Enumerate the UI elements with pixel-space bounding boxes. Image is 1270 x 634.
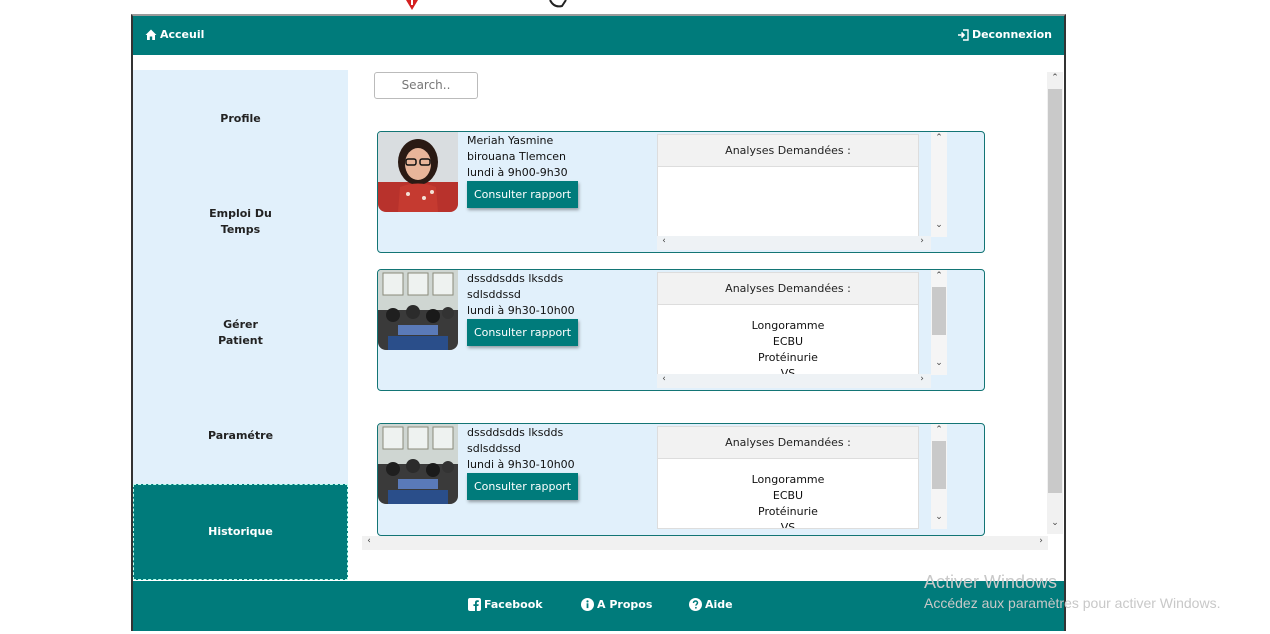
- sign-in-icon: [957, 28, 969, 41]
- scroll-right-icon[interactable]: ›: [1034, 536, 1048, 546]
- help-link[interactable]: Aide: [689, 598, 733, 611]
- scroll-right-icon[interactable]: ›: [915, 374, 929, 384]
- patient-info: dssddsdds lksdds sdlsddssd lundi à 9h30-…: [467, 271, 575, 319]
- analyses-horizontal-scrollbar[interactable]: ‹ ›: [657, 374, 931, 388]
- patient-card: dssddsdds lksdds sdlsddssd lundi à 9h30-…: [377, 423, 985, 536]
- analysis-item: Protéinurie: [758, 351, 818, 364]
- home-icon: [145, 29, 157, 40]
- facebook-icon: [468, 598, 481, 611]
- analyses-title: Analyses Demandées :: [658, 135, 918, 167]
- patient-name: dssddsdds lksdds: [467, 426, 564, 439]
- consult-report-button[interactable]: Consulter rapport: [467, 181, 578, 208]
- analyses-vertical-scrollbar[interactable]: ⌃ ⌄: [931, 424, 947, 529]
- analyses-vertical-scrollbar[interactable]: ⌃ ⌄: [931, 132, 947, 237]
- analyses-list: Longoramme ECBU Protéinurie VS: [658, 459, 918, 529]
- home-link[interactable]: Acceuil: [145, 28, 204, 41]
- scroll-left-icon[interactable]: ‹: [657, 374, 671, 384]
- facebook-label: Facebook: [484, 598, 543, 611]
- analyses-list: Longoramme ECBU Protéinurie VS: [658, 305, 918, 374]
- patient-photo: [378, 424, 458, 504]
- analysis-item: ECBU: [772, 335, 804, 348]
- patient-info: Meriah Yasmine birouana Tlemcen lundi à …: [467, 133, 568, 181]
- sidebar-item-schedule[interactable]: Emploi Du Temps: [133, 206, 348, 238]
- patient-name: dssddsdds lksdds: [467, 272, 564, 285]
- scroll-up-icon[interactable]: ⌃: [932, 271, 946, 281]
- scroll-down-icon[interactable]: ⌄: [932, 512, 946, 522]
- analyses-box: Analyses Demandées : Longoramme ECBU Pro…: [657, 426, 919, 529]
- logout-label: Deconnexion: [971, 28, 1052, 41]
- patient-name: Meriah Yasmine: [467, 134, 554, 147]
- help-label: Aide: [705, 598, 733, 611]
- analyses-panel: Analyses Demandées : ⌃ ⌄ ‹ ›: [657, 132, 947, 252]
- watermark-title: Activer Windows: [924, 572, 1058, 592]
- analyses-title: Analyses Demandées :: [658, 427, 918, 459]
- patient-photo: [378, 132, 458, 212]
- patient-location: sdlsddssd: [467, 288, 521, 301]
- sidebar-item-history[interactable]: Historique: [133, 484, 348, 580]
- scroll-left-icon[interactable]: ‹: [362, 536, 376, 546]
- patient-card: Meriah Yasmine birouana Tlemcen lundi à …: [377, 131, 985, 253]
- sidebar-item-profile[interactable]: Profile: [133, 111, 348, 127]
- sidebar-item-patients[interactable]: Gérer Patient: [133, 317, 348, 349]
- analysis-item: Protéinurie: [758, 505, 818, 518]
- analysis-item: VS: [780, 521, 796, 529]
- patient-location: birouana Tlemcen: [467, 150, 567, 163]
- scrollbar-thumb[interactable]: [932, 287, 946, 335]
- search-input[interactable]: Search..: [374, 72, 478, 99]
- analyses-box: Analyses Demandées :: [657, 134, 919, 237]
- info-icon: [581, 598, 594, 611]
- scroll-down-icon[interactable]: ⌄: [932, 358, 946, 368]
- question-icon: [689, 598, 702, 611]
- patient-info: dssddsdds lksdds sdlsddssd lundi à 9h30-…: [467, 425, 575, 473]
- logout-link[interactable]: Deconnexion: [957, 28, 1052, 41]
- patient-schedule: lundi à 9h00-9h30: [467, 166, 568, 179]
- analyses-title: Analyses Demandées :: [658, 273, 918, 305]
- scroll-up-icon[interactable]: ⌃: [1048, 73, 1062, 83]
- scroll-left-icon[interactable]: ‹: [657, 236, 671, 246]
- windows-activation-watermark: Activer Windows Accédez aux paramètres p…: [924, 572, 1220, 611]
- analyses-vertical-scrollbar[interactable]: ⌃ ⌄: [931, 270, 947, 375]
- consult-report-button[interactable]: Consulter rapport: [467, 319, 578, 346]
- about-link[interactable]: A Propos: [581, 598, 652, 611]
- scroll-right-icon[interactable]: ›: [915, 236, 929, 246]
- scroll-down-icon[interactable]: ⌄: [1048, 518, 1062, 528]
- watermark-subtitle: Accédez aux paramètres pour activer Wind…: [924, 595, 1221, 611]
- analyses-box: Analyses Demandées : Longoramme ECBU Pro…: [657, 272, 919, 375]
- scrollbar-thumb[interactable]: [1048, 89, 1062, 493]
- patient-schedule: lundi à 9h30-10h00: [467, 304, 575, 317]
- analyses-panel: Analyses Demandées : Longoramme ECBU Pro…: [657, 270, 947, 390]
- sidebar-item-settings[interactable]: Paramétre: [133, 428, 348, 444]
- analysis-item: ECBU: [772, 489, 804, 502]
- consult-report-button[interactable]: Consulter rapport: [467, 473, 578, 500]
- app-window: Acceuil Deconnexion Profile Emploi Du Te…: [131, 14, 1066, 631]
- patient-card: dssddsdds lksdds sdlsddssd lundi à 9h30-…: [377, 269, 985, 391]
- analysis-item: Longoramme: [751, 319, 825, 332]
- scroll-up-icon[interactable]: ⌃: [932, 133, 946, 143]
- main-horizontal-scrollbar[interactable]: ‹ ›: [362, 536, 1048, 550]
- scroll-up-icon[interactable]: ⌃: [932, 425, 946, 435]
- analyses-panel: Analyses Demandées : Longoramme ECBU Pro…: [657, 424, 947, 535]
- home-label: Acceuil: [160, 28, 205, 41]
- patient-schedule: lundi à 9h30-10h00: [467, 458, 575, 471]
- main-content: Search.. Meriah Yasmine birouana Tlemcen…: [360, 70, 1065, 580]
- facebook-link[interactable]: Facebook: [468, 598, 543, 611]
- sidebar: Profile Emploi Du Temps Gérer Patient Pa…: [133, 70, 348, 580]
- scrollbar-thumb[interactable]: [932, 441, 946, 489]
- scroll-down-icon[interactable]: ⌄: [932, 220, 946, 230]
- patient-photo: [378, 270, 458, 350]
- analyses-horizontal-scrollbar[interactable]: ‹ ›: [657, 236, 931, 250]
- patient-location: sdlsddssd: [467, 442, 521, 455]
- logo-fragment: [406, 0, 567, 10]
- about-label: A Propos: [597, 598, 653, 611]
- analysis-item: Longoramme: [751, 473, 825, 486]
- main-vertical-scrollbar[interactable]: ⌃ ⌄: [1047, 72, 1063, 534]
- top-navbar: Acceuil Deconnexion: [133, 16, 1064, 55]
